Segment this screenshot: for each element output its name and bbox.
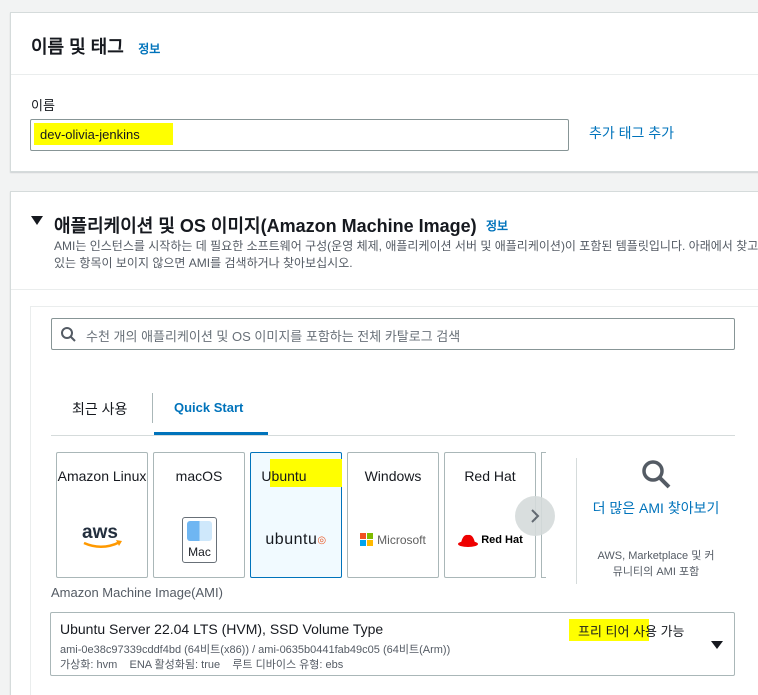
tile-windows[interactable]: Windows Microsoft [347,452,439,578]
browse-more-ami-subtext: AWS, Marketplace 및 커뮤니티의 AMI 포함 [597,550,715,578]
ami-title: 애플리케이션 및 OS 이미지(Amazon Machine Image) [54,216,477,236]
tile-label: Red Hat [464,468,516,484]
dropdown-caret-icon [711,641,723,649]
browse-more-ami-link[interactable]: 더 많은 AMI 찾아보기 [592,497,720,519]
finder-icon: Mac [182,517,217,563]
ami-description: AMI는 인스턴스를 시작하는 데 필요한 소프트웨어 구성(운영 체제, 애플… [54,239,758,270]
name-input[interactable]: dev-olivia-jenkins [30,119,569,151]
ami-info-link[interactable]: 정보 [486,217,508,234]
ami-label: Amazon Machine Image(AMI) [51,585,223,600]
tab-quick-start[interactable]: Quick Start [174,400,243,415]
ami-select[interactable]: Ubuntu Server 22.04 LTS (HVM), SSD Volum… [50,612,735,676]
tabs-underline [51,435,735,436]
ami-ids: ami-0e38c97339cddf4bd (64비트(x86)) / ami-… [60,644,451,656]
tab-recent[interactable]: 최근 사용 [72,399,127,419]
ami-header: 애플리케이션 및 OS 이미지(Amazon Machine Image) 정보… [11,192,758,290]
search-placeholder: 수천 개의 애플리케이션 및 OS 이미지를 포함하는 전체 카탈로그 검색 [86,329,461,344]
search-large-icon[interactable] [641,459,673,491]
add-tag-link[interactable]: 추가 태그 추가 [589,123,674,143]
ami-search-input[interactable]: 수천 개의 애플리케이션 및 OS 이미지를 포함하는 전체 카탈로그 검색 [51,318,735,350]
svg-text:aws: aws [82,522,118,543]
tab-divider [152,393,153,423]
section-title: 이름 및 태그 [31,37,124,57]
name-tags-header: 이름 및 태그 정보 [11,13,758,75]
name-label: 이름 [31,98,55,113]
tile-label: Windows [364,468,422,484]
aws-logo-icon: aws [57,521,147,551]
search-icon [61,327,76,342]
vertical-divider [576,458,577,584]
carousel-next-button[interactable] [515,496,555,536]
collapse-caret-icon[interactable] [31,216,43,226]
ubuntu-logo-icon: ubuntu ◎ [265,531,327,548]
name-input-value: dev-olivia-jenkins [40,127,140,142]
info-link[interactable]: 정보 [138,42,160,56]
ami-meta: 가상화: hvm ENA 활성화됨: true 루트 디바이스 유형: ebs [60,659,344,671]
ami-select-title: Ubuntu Server 22.04 LTS (HVM), SSD Volum… [60,621,384,637]
mac-label: Mac [188,545,211,559]
free-tier-badge: 프리 티어 사용 가능 [578,624,685,639]
tile-ubuntu[interactable]: Ubuntu ubuntu ◎ [250,452,342,578]
tile-label: Ubuntu [261,468,307,484]
microsoft-logo-icon: Microsoft [348,525,438,555]
chevron-right-icon [531,509,540,523]
tile-label: Amazon Linux [57,468,147,484]
tile-amazon-linux[interactable]: Amazon Linux aws [56,452,148,578]
